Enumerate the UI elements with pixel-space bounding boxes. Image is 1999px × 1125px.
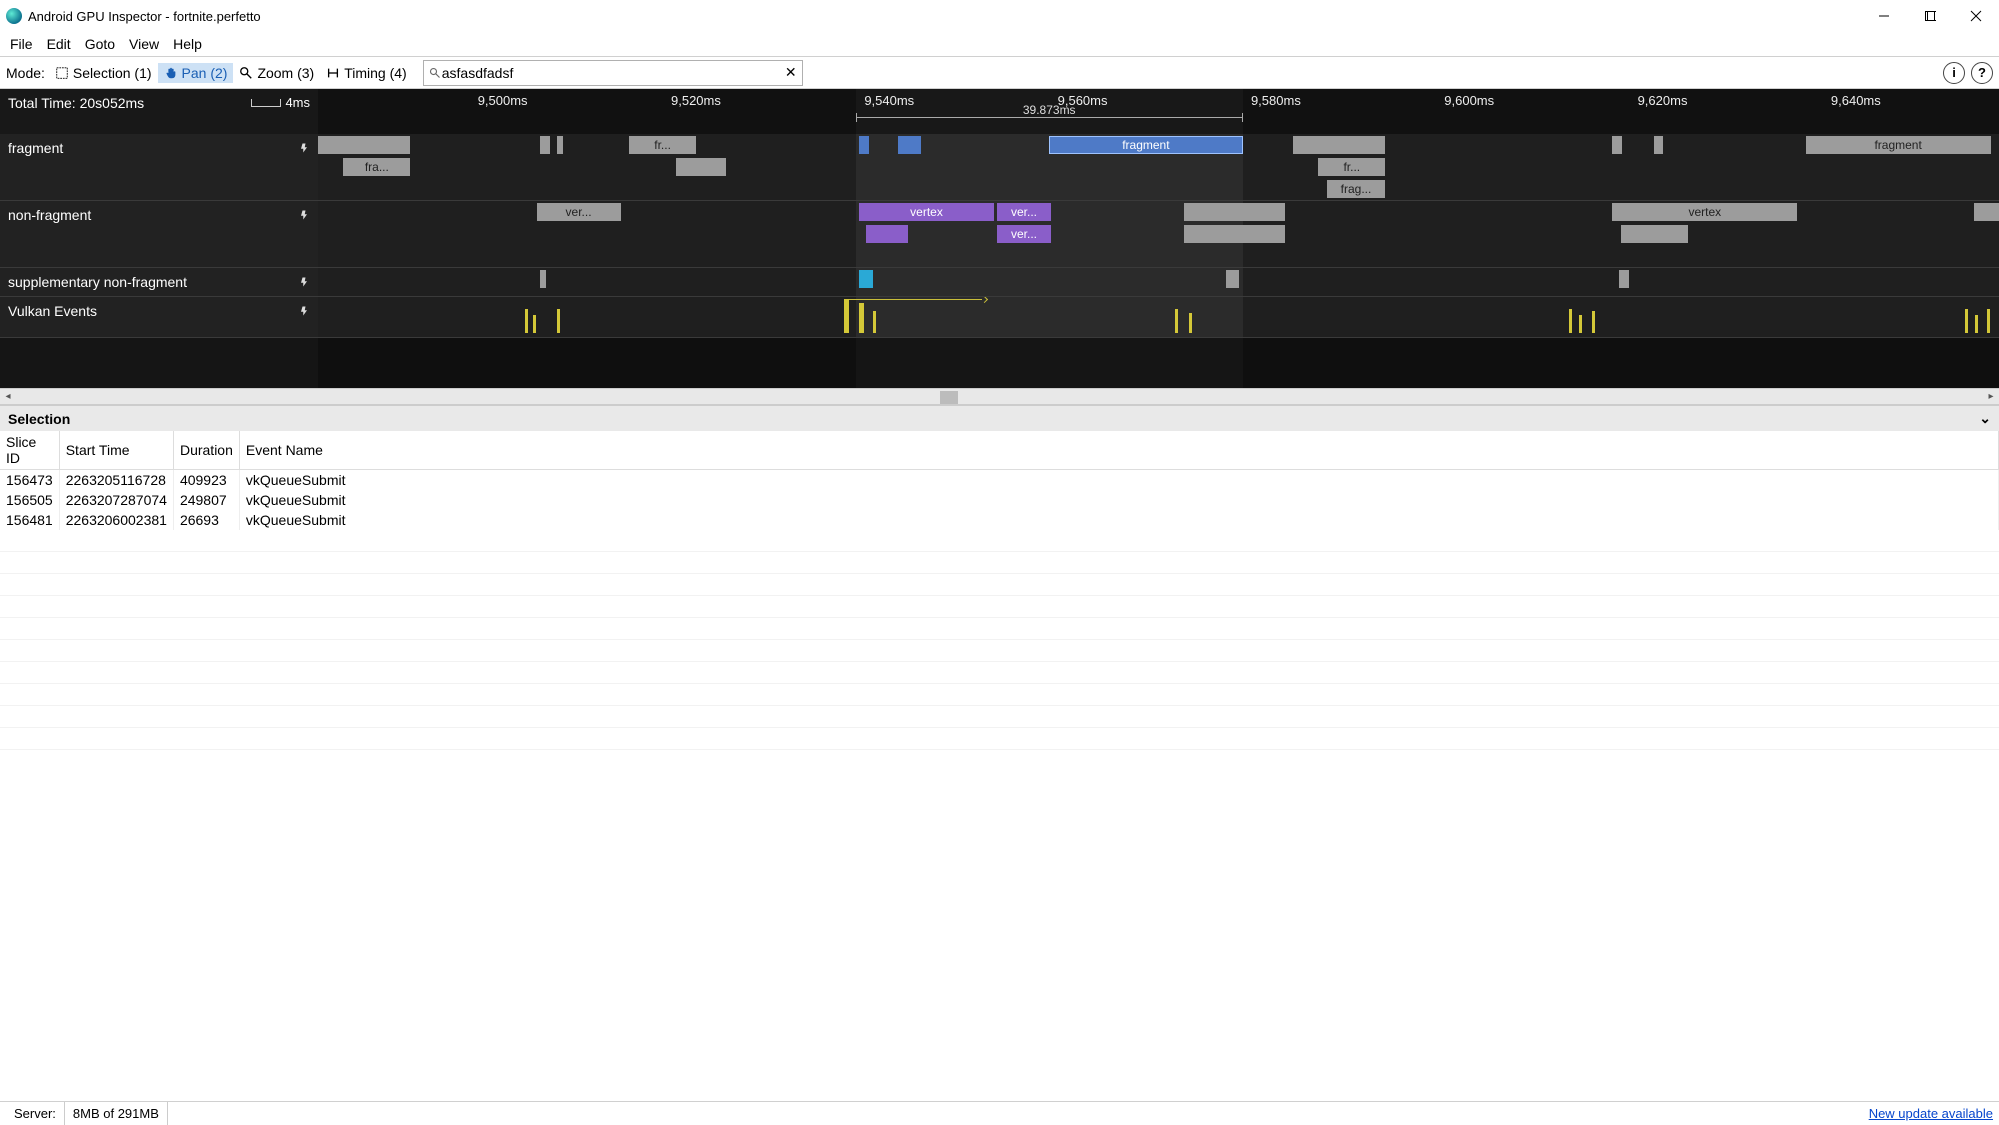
scroll-right-arrow[interactable]: ▸	[1983, 391, 1999, 402]
track-label: Vulkan Events	[8, 303, 97, 319]
toolbar: Mode: Selection (1) Pan (2) Zoom (3) Tim…	[0, 57, 1999, 89]
selection-panel: Selection ⌄ Slice ID Start Time Duration…	[0, 405, 1999, 750]
search-icon	[428, 66, 442, 80]
table-row[interactable]: 156473 2263205116728 409923 vkQueueSubmi…	[0, 470, 1999, 491]
minimize-button[interactable]	[1861, 0, 1907, 32]
timing-icon	[326, 66, 340, 80]
scroll-left-arrow[interactable]: ◂	[0, 391, 16, 402]
ruler-tick: 9,620ms	[1638, 93, 1688, 108]
track-fragment[interactable]: fragment fr... fragment fragment fra...	[0, 134, 1999, 201]
search-input[interactable]	[442, 65, 784, 81]
scroll-thumb[interactable]	[940, 391, 958, 404]
track-label: non-fragment	[8, 207, 91, 223]
menu-file[interactable]: File	[4, 34, 39, 54]
update-link[interactable]: New update available	[1869, 1106, 1993, 1121]
ruler-tick: 9,560ms	[1058, 93, 1108, 108]
pin-icon[interactable]	[298, 276, 310, 288]
app-icon	[6, 8, 22, 24]
selection-icon	[55, 66, 69, 80]
timeline-empty-area[interactable]	[0, 338, 1999, 388]
pin-icon[interactable]	[298, 209, 310, 221]
search-box[interactable]: ✕	[423, 60, 803, 86]
track-label: supplementary non-fragment	[8, 274, 187, 290]
mode-label: Mode:	[6, 65, 49, 81]
menu-edit[interactable]: Edit	[41, 34, 77, 54]
statusbar: Server: 8MB of 291MB New update availabl…	[0, 1101, 1999, 1125]
time-ruler[interactable]: 39.873ms 9,500ms 9,520ms 9,540ms 9,560ms…	[318, 89, 1999, 134]
titlebar: Android GPU Inspector - fortnite.perfett…	[0, 0, 1999, 32]
menu-help[interactable]: Help	[167, 34, 208, 54]
col-event-name[interactable]: Event Name	[239, 431, 1998, 470]
col-duration[interactable]: Duration	[173, 431, 239, 470]
timeline-scrollbar[interactable]: ◂ ▸	[0, 388, 1999, 405]
timeline[interactable]: Total Time: 20s052ms 4ms 39.873ms 9,500m…	[0, 89, 1999, 388]
help-button[interactable]: ?	[1971, 62, 1993, 84]
mode-timing[interactable]: Timing (4)	[320, 63, 413, 83]
selection-table[interactable]: Slice ID Start Time Duration Event Name …	[0, 431, 1999, 530]
chevron-down-icon[interactable]: ⌄	[1979, 410, 1991, 427]
selection-panel-header[interactable]: Selection ⌄	[0, 406, 1999, 431]
total-time-label: Total Time: 20s052ms	[8, 95, 144, 111]
track-supplementary[interactable]: supplementary non-fragment	[0, 268, 1999, 297]
table-row[interactable]: 156481 2263206002381 26693 vkQueueSubmit	[0, 510, 1999, 530]
mode-selection[interactable]: Selection (1)	[49, 63, 158, 83]
status-memory: 8MB of 291MB	[65, 1102, 168, 1125]
close-button[interactable]	[1953, 0, 1999, 32]
track-label: fragment	[8, 140, 63, 156]
zoom-icon	[239, 66, 253, 80]
scale-indicator: 4ms	[251, 95, 310, 110]
ruler-tick: 9,640ms	[1831, 93, 1881, 108]
timeline-header: Total Time: 20s052ms 4ms 39.873ms 9,500m…	[0, 89, 1999, 134]
ruler-tick: 9,580ms	[1251, 93, 1301, 108]
ruler-tick: 9,500ms	[478, 93, 528, 108]
col-slice-id[interactable]: Slice ID	[0, 431, 59, 470]
ruler-tick: 9,520ms	[671, 93, 721, 108]
menu-view[interactable]: View	[123, 34, 165, 54]
hand-icon	[164, 66, 178, 80]
menubar: File Edit Goto View Help	[0, 32, 1999, 57]
col-start-time[interactable]: Start Time	[59, 431, 173, 470]
status-server-label: Server:	[6, 1102, 65, 1125]
pin-icon[interactable]	[298, 305, 310, 317]
track-vulkan-events[interactable]: Vulkan Events	[0, 297, 1999, 338]
selection-panel-title: Selection	[8, 411, 70, 427]
window-title: Android GPU Inspector - fortnite.perfett…	[28, 9, 1861, 24]
clear-search-icon[interactable]: ✕	[784, 66, 798, 80]
ruler-tick: 9,540ms	[864, 93, 914, 108]
info-button[interactable]: i	[1943, 62, 1965, 84]
table-empty-rows	[0, 530, 1999, 750]
maximize-button[interactable]	[1907, 0, 1953, 32]
mode-zoom[interactable]: Zoom (3)	[233, 63, 320, 83]
track-non-fragment[interactable]: non-fragment ver... vertex ver... vertex…	[0, 201, 1999, 268]
table-row[interactable]: 156505 2263207287074 249807 vkQueueSubmi…	[0, 490, 1999, 510]
ruler-tick: 9,600ms	[1444, 93, 1494, 108]
pin-icon[interactable]	[298, 142, 310, 154]
mode-pan[interactable]: Pan (2)	[158, 63, 234, 83]
menu-goto[interactable]: Goto	[79, 34, 121, 54]
